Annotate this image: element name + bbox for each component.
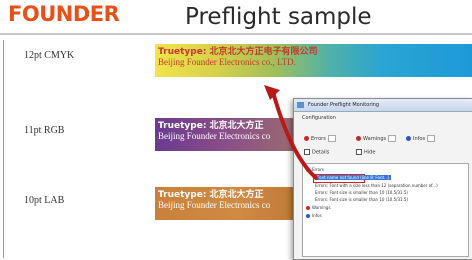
app-icon (297, 102, 304, 108)
tree-item[interactable]: Errors: Font with a size less than 12 (s… (315, 183, 438, 188)
lab-line1: Truetype: 北京北大方正 (158, 190, 264, 200)
cmyk-swatch: Truetype: 北京北大方正电子有限公司 Beijing Founder E… (155, 44, 472, 77)
lab-swatch: Truetype: 北京北大方正 Beijing Founder Electro… (155, 187, 295, 220)
configuration-label: Configuration (302, 115, 336, 121)
dialog-title: Founder Preflight Monitoring (308, 102, 380, 108)
row-label-lab: 10pt LAB (24, 195, 65, 206)
preflight-dialog: Founder Preflight Monitoring Configurati… (293, 98, 472, 260)
tree-errors[interactable]: Errors (306, 167, 324, 172)
info-icon (306, 214, 310, 218)
tree-item[interactable]: Errors: Font size is smaller than 10 (10… (315, 197, 408, 202)
tree-item-selected[interactable]: Font name not found (line 8: Font...) (315, 175, 392, 180)
results-tree[interactable]: Errors Font name not found (line 8: Font… (302, 163, 469, 257)
cmyk-line2: Beijing Founder Electronics co., LTD. (158, 57, 296, 67)
infos-dropdown[interactable] (427, 135, 436, 142)
details-checkbox[interactable]: Details (304, 149, 329, 156)
errors-dropdown[interactable] (327, 135, 336, 142)
warning-icon (356, 136, 361, 141)
page-title: Preflight sample (185, 4, 372, 30)
left-border (3, 40, 4, 258)
tree-item[interactable]: Errors: Font size is smaller than 10 (10… (315, 190, 408, 195)
tree-infos[interactable]: Infos (306, 213, 322, 218)
dialog-titlebar[interactable]: Founder Preflight Monitoring (294, 99, 472, 112)
errors-option[interactable]: Errors (304, 135, 336, 142)
tree-warnings[interactable]: Warnings (306, 205, 331, 210)
arrow-head (264, 85, 280, 100)
info-icon (406, 136, 411, 141)
founder-logo: FOUNDER (8, 2, 120, 26)
row-label-rgb: 11pt RGB (24, 125, 65, 136)
rgb-swatch: Truetype: 北京北大方正 Beijing Founder Electro… (155, 118, 295, 151)
hide-checkbox[interactable]: Hide (356, 149, 375, 156)
rgb-line2: Beijing Founder Electronics co (158, 131, 271, 141)
warning-icon (306, 206, 310, 210)
cmyk-line1: Truetype: 北京北大方正电子有限公司 (158, 47, 318, 57)
error-icon (306, 168, 310, 172)
lab-line2: Beijing Founder Electronics co (158, 200, 271, 210)
row-label-cmyk: 12pt CMYK (24, 50, 75, 61)
infos-option[interactable]: Infos (406, 135, 436, 142)
header-rule (0, 33, 472, 35)
error-icon (304, 136, 309, 141)
warnings-option[interactable]: Warnings (356, 135, 397, 142)
warnings-dropdown[interactable] (388, 135, 397, 142)
rgb-line1: Truetype: 北京北大方正 (158, 121, 264, 131)
